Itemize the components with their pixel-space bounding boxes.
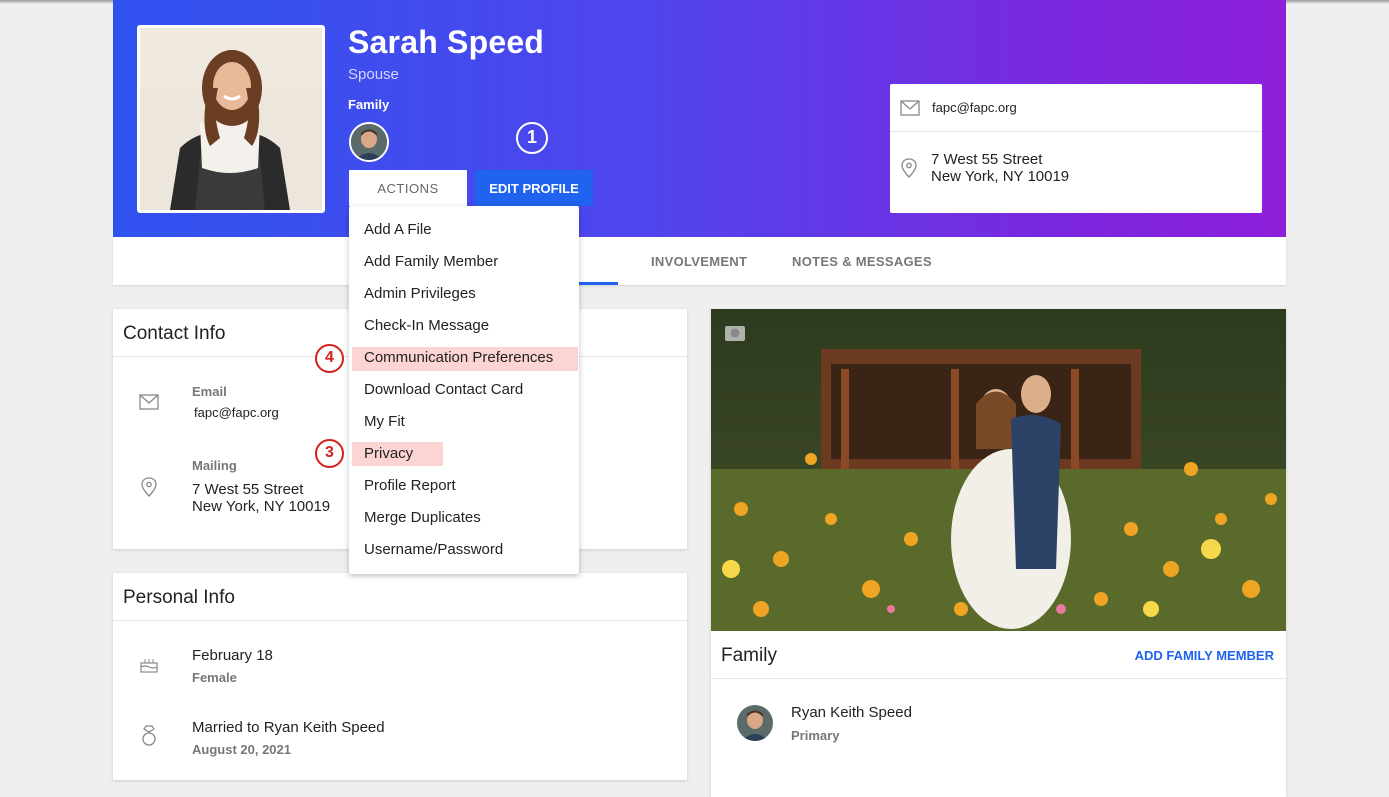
mail-icon	[900, 99, 920, 116]
birthday-cake-icon	[140, 659, 158, 673]
birthday-value: February 18	[192, 647, 273, 664]
profile-role: Spouse	[348, 66, 399, 83]
header-address: 7 West 55 Street New York, NY 10019	[931, 151, 1069, 185]
anniversary-date: August 20, 2021	[192, 742, 291, 757]
header-email-row[interactable]: fapc@fapc.org	[890, 84, 1262, 132]
mailing-label: Mailing	[192, 458, 237, 473]
actions-button[interactable]: ACTIONS	[349, 170, 467, 206]
mailing-line2: New York, NY 10019	[192, 498, 331, 515]
mail-icon	[139, 394, 159, 410]
family-member-avatar[interactable]	[349, 122, 389, 162]
header-email: fapc@fapc.org	[932, 100, 1017, 115]
menu-item-profile-report[interactable]: Profile Report	[364, 477, 456, 494]
personal-info-title: Personal Info	[123, 587, 235, 608]
family-member-role: Primary	[791, 728, 840, 743]
menu-item-privacy[interactable]: Privacy	[364, 445, 413, 462]
divider	[113, 620, 687, 621]
family-label: Family	[348, 97, 390, 112]
family-cover-photo	[711, 309, 1286, 631]
menu-item-check-in-message[interactable]: Check-In Message	[364, 317, 489, 334]
add-family-member-link[interactable]: ADD FAMILY MEMBER	[1135, 648, 1274, 663]
edit-profile-button[interactable]: EDIT PROFILE	[475, 170, 593, 206]
step-marker-4: 4	[315, 344, 344, 373]
header-contact-box: fapc@fapc.org 7 West 55 Street New York,…	[890, 84, 1262, 213]
menu-item-add-family-member[interactable]: Add Family Member	[364, 253, 498, 270]
header-address-line2: New York, NY 10019	[931, 168, 1070, 185]
profile-photo[interactable]	[137, 25, 325, 213]
email-label: Email	[192, 384, 227, 399]
menu-item-download-contact-card[interactable]: Download Contact Card	[364, 381, 523, 398]
tab-notes-messages[interactable]: NOTES & MESSAGES	[792, 254, 932, 269]
family-member-name[interactable]: Ryan Keith Speed	[791, 704, 912, 721]
profile-header: Sarah Speed Spouse Family 1 ACTIONS EDIT…	[113, 0, 1286, 237]
profile-tab-bar: INVOLVEMENT NOTES & MESSAGES	[113, 237, 1286, 285]
header-address-line1: 7 West 55 Street	[931, 151, 1043, 168]
ring-icon	[142, 725, 156, 746]
gender-value: Female	[192, 670, 237, 685]
family-member-avatar[interactable]	[737, 705, 773, 741]
email-value[interactable]: fapc@fapc.org	[194, 404, 279, 421]
step-marker-1: 1	[516, 122, 548, 154]
step-marker-3: 3	[315, 439, 344, 468]
location-pin-icon	[141, 477, 157, 497]
header-address-row[interactable]: 7 West 55 Street New York, NY 10019	[890, 132, 1262, 185]
mailing-address[interactable]: 7 West 55 Street New York, NY 10019	[192, 481, 330, 515]
personal-info-card: Personal Info February 18 Female Married…	[113, 573, 687, 780]
menu-item-my-fit[interactable]: My Fit	[364, 413, 405, 430]
menu-item-merge-duplicates[interactable]: Merge Duplicates	[364, 509, 481, 526]
menu-item-username-password[interactable]: Username/Password	[364, 541, 503, 558]
menu-item-communication-preferences[interactable]: Communication Preferences	[364, 349, 553, 366]
contact-info-title: Contact Info	[123, 323, 226, 344]
profile-name: Sarah Speed	[348, 24, 545, 60]
family-title: Family	[721, 645, 777, 666]
menu-item-admin-privileges[interactable]: Admin Privileges	[364, 285, 476, 302]
tab-involvement[interactable]: INVOLVEMENT	[651, 254, 747, 269]
divider	[711, 678, 1286, 679]
marital-status: Married to Ryan Keith Speed	[192, 719, 385, 736]
actions-dropdown-menu: Add A File Add Family Member Admin Privi…	[349, 206, 579, 574]
mailing-line1: 7 West 55 Street	[192, 481, 304, 498]
menu-item-add-file[interactable]: Add A File	[364, 221, 432, 238]
active-tab-indicator	[579, 282, 618, 285]
family-card: Family ADD FAMILY MEMBER Ryan Keith Spee…	[711, 309, 1286, 797]
location-pin-icon	[901, 158, 917, 178]
